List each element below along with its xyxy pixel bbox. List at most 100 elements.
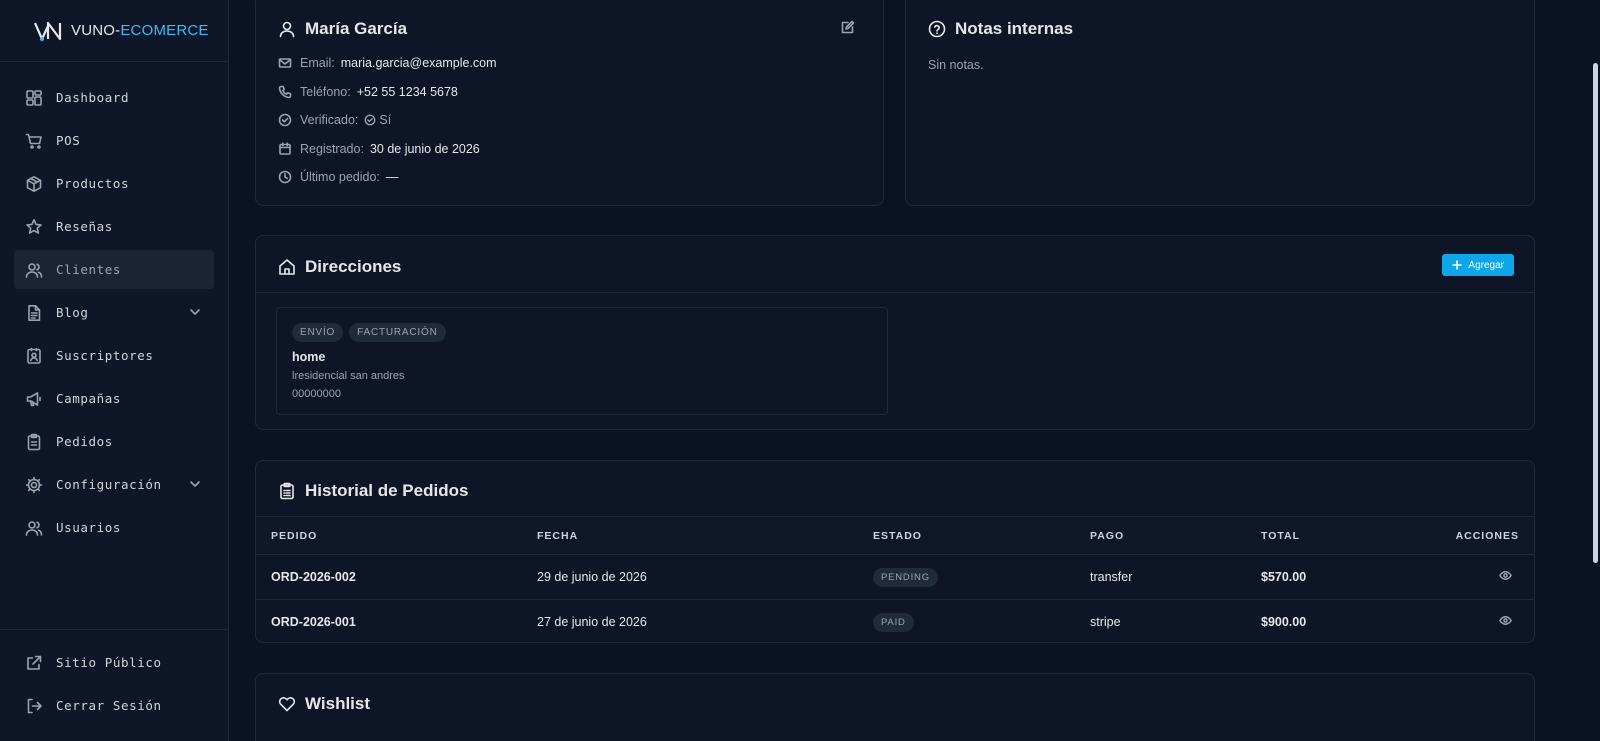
verified-text: Sí — [379, 113, 392, 128]
order-date: 27 de junio de 2026 — [537, 615, 647, 630]
eye-icon[interactable] — [1499, 614, 1512, 627]
column-header[interactable]: PAGO — [1090, 516, 1261, 555]
column-header[interactable]: PEDIDO — [256, 516, 537, 555]
order-actions — [1401, 600, 1534, 643]
registered-row: Registrado: 30 de junio de 2026 — [278, 135, 497, 164]
sidebar-item-label: Clientes — [56, 262, 122, 277]
sidebar-item-pos[interactable]: POS — [14, 121, 214, 160]
chevron-down-icon[interactable] — [188, 305, 202, 319]
addresses-card: Direcciones Agregar ENVÍO FACTURACIÓN ho… — [255, 235, 1535, 430]
sidebar-item-cerrar-sesion[interactable]: Cerrar Sesión — [14, 686, 214, 725]
brand[interactable]: VUNO-ECOMERCE — [0, 0, 228, 62]
add-address-button[interactable]: Agregar — [1442, 254, 1514, 276]
address-name: home — [292, 350, 326, 364]
contact-icon — [25, 347, 43, 365]
sidebar-item-clientes[interactable]: Clientes — [14, 250, 214, 289]
phone-value: +52 55 1234 5678 — [356, 84, 458, 99]
scrollbar-thumb[interactable] — [1593, 63, 1598, 563]
document-icon — [25, 304, 43, 322]
scrollbar[interactable] — [1591, 0, 1600, 741]
shipping-badge: ENVÍO — [292, 323, 344, 342]
box-icon — [25, 175, 43, 193]
column-header[interactable]: ESTADO — [873, 516, 1090, 555]
notes-title: Notas internas — [955, 19, 1074, 38]
last-order-row: Último pedido: — — [278, 163, 497, 192]
sidebar-item-usuarios[interactable]: Usuarios — [14, 508, 214, 547]
edit-icon[interactable] — [840, 20, 855, 35]
table-row[interactable]: ORD-2026-001 27 de junio de 2026 PAID st… — [256, 600, 1534, 643]
sidebar-item-campanas[interactable]: Campañas — [14, 379, 214, 418]
addresses-title: Direcciones — [305, 257, 402, 276]
orders-table: PEDIDO FECHA ESTADO PAGO TOTAL ACCIONES … — [256, 516, 1534, 643]
sidebar-item-label: Pedidos — [56, 434, 113, 449]
last-order-label: Último pedido: — [300, 170, 380, 185]
sidebar-item-label: Configuración — [56, 477, 162, 492]
gear-icon — [25, 476, 43, 494]
phone-icon — [278, 85, 292, 99]
help-circle-icon — [928, 20, 946, 38]
sidebar-item-blog[interactable]: Blog — [14, 293, 214, 332]
sidebar-nav: Dashboard POS Productos Reseñas Clientes… — [0, 62, 228, 547]
email-row: Email: maria.garcia@example.com — [278, 49, 497, 78]
order-status-cell: PAID — [873, 600, 1090, 643]
sidebar-item-label: Reseñas — [56, 219, 113, 234]
last-order-value: — — [385, 170, 399, 185]
wishlist-title: Wishlist — [305, 694, 371, 713]
order-payment: transfer — [1090, 554, 1261, 600]
sidebar-item-label: Sitio Público — [56, 655, 162, 670]
address-item[interactable]: ENVÍO FACTURACIÓN home lresidencial san … — [276, 307, 888, 415]
main-content: María García Email: maria.garcia@example… — [229, 0, 1600, 741]
sidebar-item-label: Usuarios — [56, 520, 122, 535]
verified-row: Verificado: Sí — [278, 106, 497, 135]
customer-info: Email: maria.garcia@example.com Teléfono… — [278, 49, 497, 192]
clipboard-list-icon — [278, 482, 296, 500]
add-address-label: Agregar — [1468, 259, 1504, 271]
order-actions — [1401, 554, 1534, 600]
eye-icon[interactable] — [1499, 569, 1512, 582]
chevron-down-icon[interactable] — [188, 477, 202, 491]
orders-table-wrap: PEDIDO FECHA ESTADO PAGO TOTAL ACCIONES … — [256, 516, 1534, 643]
address-line2: 00000000 — [292, 388, 341, 400]
verified-label: Verificado: — [300, 113, 359, 128]
sidebar-item-label: POS — [56, 133, 81, 148]
star-icon — [25, 218, 43, 236]
plus-icon — [1452, 260, 1463, 270]
orders-card: Historial de Pedidos PEDIDO FECHA ESTADO… — [255, 460, 1535, 643]
customer-name-heading: María García — [278, 19, 407, 39]
status-badge: PAID — [873, 612, 914, 632]
heart-icon — [278, 695, 296, 713]
wishlist-card: Wishlist — [255, 673, 1535, 741]
email-value: maria.garcia@example.com — [340, 56, 497, 71]
table-row[interactable]: ORD-2026-002 29 de junio de 2026 PENDING… — [256, 554, 1534, 600]
external-link-icon — [25, 654, 43, 672]
sidebar-footer: Sitio Público Cerrar Sesión — [0, 629, 228, 741]
sidebar-item-label: Campañas — [56, 391, 122, 406]
column-header[interactable]: TOTAL — [1261, 516, 1401, 555]
sidebar-item-pedidos[interactable]: Pedidos — [14, 422, 214, 461]
sidebar-item-label: Cerrar Sesión — [56, 698, 162, 713]
sidebar-item-dashboard[interactable]: Dashboard — [14, 78, 214, 117]
customer-name: María García — [305, 19, 408, 38]
order-id[interactable]: ORD-2026-002 — [256, 554, 537, 600]
sidebar-item-configuracion[interactable]: Configuración — [14, 465, 214, 504]
notes-heading: Notas internas — [928, 19, 1073, 39]
brand-name: VUNO-ECOMERCE — [71, 22, 209, 39]
logout-icon — [25, 697, 43, 715]
column-header[interactable]: ACCIONES — [1401, 516, 1534, 555]
sidebar-item-resenas[interactable]: Reseñas — [14, 207, 214, 246]
order-id[interactable]: ORD-2026-001 — [256, 600, 537, 643]
check-circle-icon — [278, 113, 292, 127]
column-header[interactable]: FECHA — [537, 516, 873, 555]
home-icon — [278, 258, 296, 276]
users-icon — [25, 519, 43, 537]
sidebar-item-productos[interactable]: Productos — [14, 164, 214, 203]
sidebar-item-sitio-publico[interactable]: Sitio Público — [14, 643, 214, 682]
calendar-icon — [278, 142, 292, 156]
clipboard-icon — [25, 433, 43, 451]
email-label: Email: — [300, 56, 335, 71]
sidebar-item-label: Blog — [56, 305, 89, 320]
divider — [256, 292, 1534, 293]
sidebar-item-suscriptores[interactable]: Suscriptores — [14, 336, 214, 375]
sidebar-item-label: Dashboard — [56, 90, 130, 105]
brand-logo-icon — [33, 20, 63, 42]
